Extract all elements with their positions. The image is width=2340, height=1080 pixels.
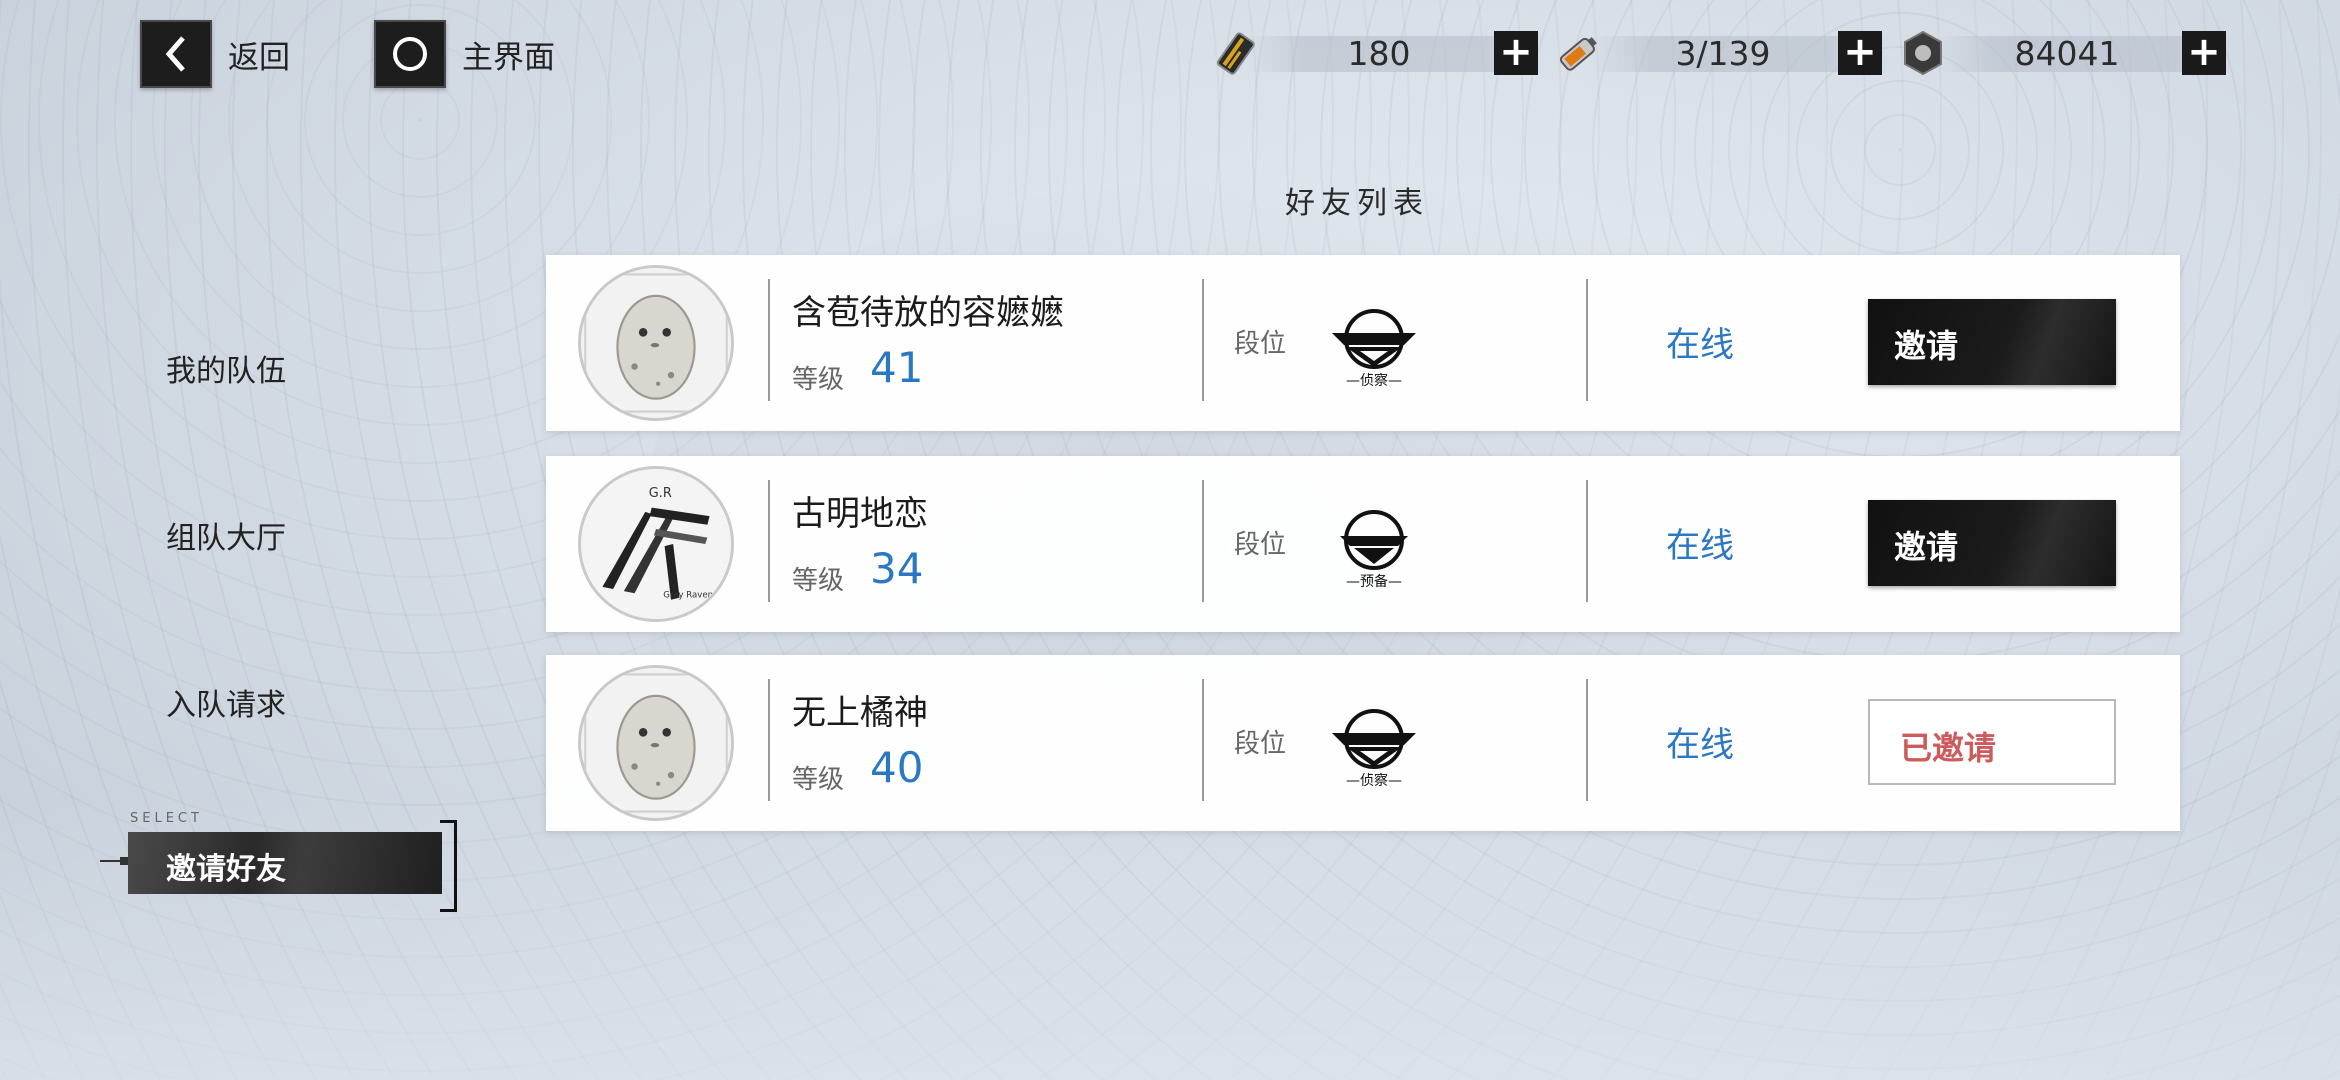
home-label: 主界面 [462, 39, 555, 76]
online-status: 在线 [1666, 725, 1734, 765]
rank-name: 预备 [1360, 573, 1388, 590]
online-status: 在线 [1666, 325, 1734, 365]
ticket-value: 180 [1347, 33, 1411, 73]
rank-name: 侦察 [1360, 372, 1388, 389]
hex-nut-icon [1894, 26, 1952, 80]
sidebar-item-my-team[interactable]: 我的队伍 [166, 346, 286, 390]
rank-label: 段位 [1234, 329, 1287, 359]
rank-emblem-icon: —侦察— [1326, 303, 1422, 389]
friend-name: 含苞待放的容嬷嬷 [792, 293, 1064, 333]
sidebar-item-label: 邀请好友 [166, 852, 286, 887]
add-battery-button[interactable]: + [1838, 31, 1882, 75]
selection-bracket [440, 820, 457, 912]
add-nut-button[interactable]: + [2182, 31, 2226, 75]
rank-emblem-icon: —预备— [1326, 504, 1422, 590]
sidebar-item-invite-friends[interactable]: 邀请好友 [128, 832, 442, 894]
ticket-icon [1206, 26, 1264, 80]
svg-text:G.R: G.R [649, 486, 672, 501]
divider [1202, 679, 1204, 801]
battery-icon [1550, 26, 1608, 80]
level-value: 34 [870, 544, 924, 593]
home-button[interactable]: 主界面 [374, 20, 555, 88]
divider [768, 480, 770, 602]
svg-text:—侦察—: —侦察— [1346, 372, 1402, 389]
friend-card: 无上橘神 等级 40 段位 —侦察— 在线 已邀请 [546, 655, 2180, 831]
level-label: 等级 [792, 765, 845, 795]
rank-name: 侦察 [1360, 772, 1388, 789]
divider [1586, 480, 1588, 602]
selection-pointer-dot [120, 857, 128, 865]
sidebar-item-join-requests[interactable]: 入队请求 [166, 680, 286, 724]
rank-label: 段位 [1234, 729, 1287, 759]
resource-ticket: 180 + [1206, 26, 1546, 80]
back-arrow-icon [140, 20, 212, 88]
divider [768, 679, 770, 801]
divider [768, 279, 770, 401]
invite-label: 邀请 [1894, 528, 1959, 566]
resource-battery: 3/139 + [1550, 26, 1890, 80]
nut-value: 84041 [2014, 33, 2120, 73]
resource-nut: 84041 + [1894, 26, 2234, 80]
divider [1586, 279, 1588, 401]
friend-name: 无上橘神 [792, 693, 928, 733]
home-circle-icon [374, 20, 446, 88]
friend-card: 含苞待放的容嬷嬷 等级 41 段位 —侦察— 在线 邀请 [546, 255, 2180, 431]
level-label: 等级 [792, 566, 845, 596]
invited-button: 已邀请 [1868, 699, 2116, 785]
divider [1202, 480, 1204, 602]
invite-button[interactable]: 邀请 [1868, 299, 2116, 385]
back-label: 返回 [228, 39, 290, 76]
friend-name: 古明地恋 [792, 494, 928, 534]
level-value: 41 [870, 343, 924, 392]
level-value: 40 [870, 743, 924, 792]
back-button[interactable]: 返回 [140, 20, 290, 88]
selection-pointer [100, 860, 122, 862]
svg-text:—预备—: —预备— [1346, 573, 1402, 590]
sidebar-item-team-lobby[interactable]: 组队大厅 [166, 513, 286, 557]
online-status: 在线 [1666, 526, 1734, 566]
invite-label: 邀请 [1894, 327, 1959, 365]
friend-list-title: 好友列表 [1285, 186, 1429, 221]
svg-text:—侦察—: —侦察— [1346, 772, 1402, 789]
potato-avatar[interactable] [578, 265, 734, 421]
add-ticket-button[interactable]: + [1494, 31, 1538, 75]
invited-label: 已邀请 [1900, 729, 1997, 767]
level-label: 等级 [792, 365, 845, 395]
rank-label: 段位 [1234, 530, 1287, 560]
divider [1586, 679, 1588, 801]
potato-avatar[interactable] [578, 665, 734, 821]
invite-button[interactable]: 邀请 [1868, 500, 2116, 586]
battery-value: 3/139 [1675, 33, 1771, 73]
gr-logo-avatar[interactable]: G.R Grey Raven [578, 466, 734, 622]
friend-card: G.R Grey Raven 古明地恋 等级 34 段位 —预备— 在线 邀请 [546, 456, 2180, 632]
rank-emblem-icon: —侦察— [1326, 703, 1422, 789]
divider [1202, 279, 1204, 401]
svg-text:Grey Raven: Grey Raven [663, 591, 713, 601]
select-tag: SELECT [130, 811, 203, 826]
